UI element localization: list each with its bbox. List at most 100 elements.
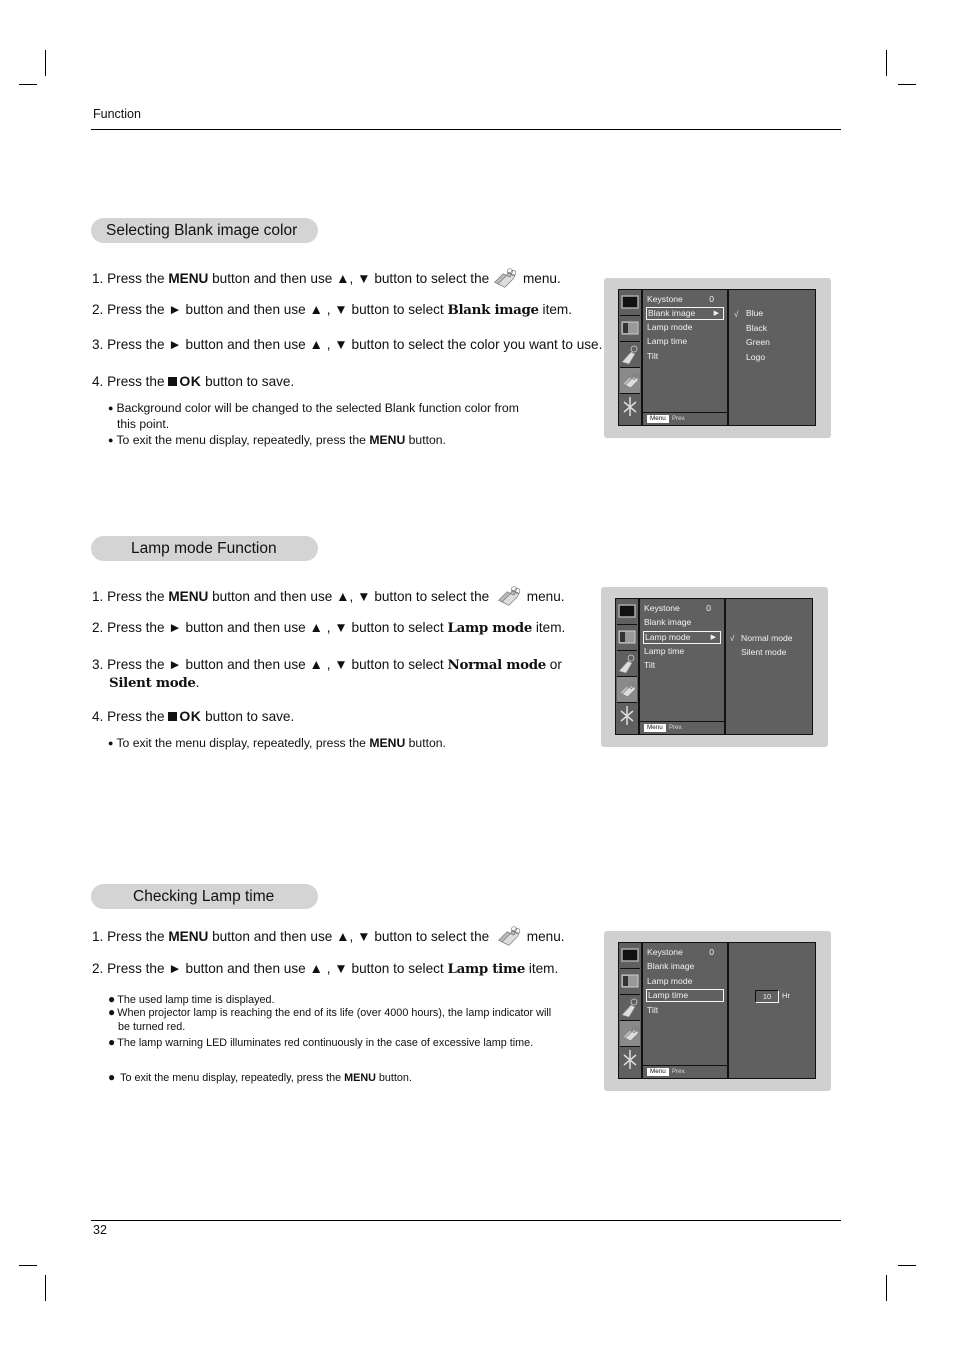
note-text: Background color will be changed to the … — [116, 401, 519, 415]
scissors-icon — [617, 703, 637, 728]
osd-item-blank-image[interactable]: Blank image — [643, 616, 721, 629]
item-name: Normal mode — [447, 657, 547, 673]
item-name: Silent mode — [109, 675, 196, 691]
menu-key-label: MENU — [369, 433, 406, 447]
menu-button-chip[interactable]: Menu — [647, 415, 669, 423]
double-tag-icon — [494, 268, 517, 288]
scissors-icon — [620, 394, 640, 419]
running-head: Function — [93, 107, 141, 121]
step-text: button and then use ▲, ▼ button to selec… — [208, 589, 493, 604]
crop-mark — [45, 50, 46, 76]
screen-icon — [617, 625, 637, 651]
osd-item-keystone[interactable]: Keystone 0 — [646, 293, 724, 306]
keystone-value: 0 — [706, 603, 711, 613]
scissors-icon — [620, 1047, 640, 1072]
step-text: or — [546, 657, 562, 672]
step-2: 2. Press the ► button and then use ▲ , ▼… — [92, 961, 558, 977]
osd-item-blank-image[interactable]: Blank image ▶ — [646, 307, 724, 320]
step-text: button to save. — [201, 374, 295, 389]
step-text: 4. Press the — [92, 374, 169, 389]
note-text: The lamp warning LED illuminates red con… — [117, 1037, 534, 1049]
step-text: 3. Press the ► button and then use ▲ , ▼… — [92, 657, 448, 672]
step-3: 3. Press the ► button and then use ▲ , ▼… — [92, 337, 602, 352]
tag-icon — [617, 651, 637, 677]
option-logo[interactable]: Logo — [746, 351, 765, 364]
step-1: 1. Press the MENU button and then use ▲,… — [92, 585, 565, 607]
keystone-value: 0 — [709, 294, 714, 304]
lamp-hours-unit: Hr — [782, 991, 791, 1000]
option-black[interactable]: Black — [746, 322, 767, 335]
step-text: menu. — [522, 929, 565, 944]
osd-item-label: Blank image — [647, 961, 695, 971]
double-tag-icon — [498, 926, 521, 946]
osd-item-keystone[interactable]: Keystone 0 — [646, 946, 724, 959]
step-text: button and then use ▲, ▼ button to selec… — [208, 271, 490, 286]
note-text: To exit the menu display, repeatedly, pr… — [116, 736, 370, 750]
section-title-blank-image-color: Selecting Blank image color — [91, 218, 318, 243]
osd-item-label: Lamp mode — [647, 322, 693, 332]
ok-square-icon — [168, 712, 178, 721]
osd-item-lamp-time[interactable]: Lamp time — [646, 989, 724, 1002]
note-exit-menu: ● To exit the menu display, repeatedly, p… — [108, 735, 446, 751]
step-text: 2. Press the ► button and then use ▲ , ▼… — [92, 961, 448, 976]
bullet-icon: ● — [108, 738, 114, 748]
osd-item-label: Lamp time — [648, 990, 689, 1000]
osd-item-lamp-mode[interactable]: Lamp mode — [646, 321, 724, 334]
step-text: 1. Press the — [92, 271, 169, 286]
section-title-text: Selecting Blank image color — [106, 222, 298, 239]
ok-square-icon — [168, 377, 178, 386]
header-rule — [91, 129, 841, 130]
menu-button-chip[interactable]: Menu — [647, 1068, 669, 1076]
osd-item-tilt[interactable]: Tilt — [646, 350, 724, 363]
osd-item-label: Tilt — [647, 1005, 659, 1015]
osd-item-label: Keystone — [647, 294, 683, 304]
osd-bottom-bar: Menu Prev. — [643, 1065, 727, 1078]
osd-item-lamp-mode[interactable]: Lamp mode ▶ — [643, 631, 721, 644]
note-text: When projector lamp is reaching the end … — [117, 1007, 552, 1019]
lamp-hours-value: 10 — [755, 990, 779, 1003]
double-tag-icon — [620, 368, 640, 394]
note-text: button. — [405, 433, 446, 447]
step-4: 4. Press the OK button to save. — [92, 373, 294, 389]
note-text: To exit the menu display, repeatedly, pr… — [116, 433, 370, 447]
option-blue[interactable]: Blue — [746, 307, 763, 320]
step-1: 1. Press the MENU button and then use ▲,… — [92, 267, 561, 289]
note-text: To exit the menu display, repeatedly, pr… — [120, 1072, 345, 1084]
double-tag-icon — [498, 586, 521, 606]
step-text: menu. — [519, 271, 561, 286]
osd-item-label: Lamp mode — [647, 976, 693, 986]
osd-item-blank-image[interactable]: Blank image — [646, 960, 724, 973]
step-text: 2. Press the ► button and then use ▲ , ▼… — [92, 620, 448, 635]
osd-screenshot-lamp-time: Keystone 0 Blank image Lamp mode Lamp tim… — [604, 931, 831, 1091]
osd-item-tilt[interactable]: Tilt — [646, 1004, 724, 1017]
crop-mark — [898, 1265, 916, 1266]
osd-item-label: Keystone — [644, 603, 680, 613]
option-normal-mode[interactable]: Normal mode — [741, 632, 793, 645]
option-silent-mode[interactable]: Silent mode — [741, 646, 786, 659]
osd-item-label: Blank image — [644, 617, 692, 627]
osd-item-label: Lamp mode — [645, 632, 691, 642]
osd-item-label: Lamp time — [644, 646, 685, 656]
menu-button-chip[interactable]: Menu — [644, 724, 666, 732]
crop-mark — [898, 84, 916, 85]
osd-item-lamp-time[interactable]: Lamp time — [646, 335, 724, 348]
osd-item-lamp-time[interactable]: Lamp time — [643, 645, 721, 658]
step-4: 4. Press the OK button to save. — [92, 708, 294, 724]
check-icon: √ — [730, 634, 735, 643]
bullet-icon: ● — [108, 1035, 116, 1049]
step-text: button to save. — [201, 709, 295, 724]
note-exit-menu: ● To exit the menu display, repeatedly, … — [108, 1070, 412, 1085]
osd-item-keystone[interactable]: Keystone 0 — [643, 602, 721, 615]
picture-icon — [617, 599, 637, 625]
menu-key-label: MENU — [369, 736, 406, 750]
osd-submenu: √ Blue Black Green Logo — [729, 290, 815, 425]
ok-key-label: OK — [179, 373, 202, 389]
note-text: button. — [375, 1072, 412, 1084]
osd-item-lamp-mode[interactable]: Lamp mode — [646, 975, 724, 988]
osd-item-tilt[interactable]: Tilt — [643, 659, 721, 672]
option-green[interactable]: Green — [746, 336, 770, 349]
osd-item-list: Keystone 0 Blank image ▶ Lamp mode Lamp ti… — [643, 290, 729, 425]
crop-mark — [19, 1265, 37, 1266]
osd-submenu: √ Normal mode Silent mode — [726, 599, 812, 734]
ok-key-label: OK — [179, 708, 202, 724]
